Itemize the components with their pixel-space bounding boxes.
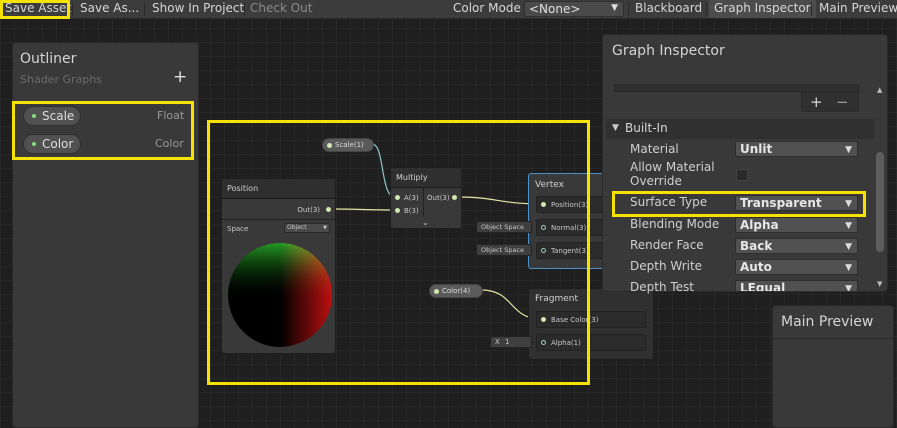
scroll-up-icon: ▲ [877, 86, 883, 94]
material-label: Material [630, 142, 679, 156]
panel-divider [773, 338, 893, 339]
depth-write-dropdown[interactable]: Auto ▼ [735, 259, 858, 275]
material-dropdown[interactable]: Unlit ▼ [735, 141, 858, 157]
scrollbar-thumb[interactable] [876, 152, 884, 252]
render-face-value: Back [740, 239, 773, 253]
chevron-down-icon: ▼ [845, 284, 852, 292]
depth-test-label: Depth Test [630, 280, 694, 294]
allow-material-override-label: Allow Material Override [630, 160, 715, 188]
scroll-down-icon: ▼ [877, 280, 883, 288]
depth-test-dropdown[interactable]: LEqual ▼ [735, 280, 858, 292]
chevron-down-icon: ▼ [845, 242, 852, 252]
chevron-down-icon: ▼ [845, 145, 852, 155]
chevron-down-icon: ▼ [845, 263, 852, 273]
main-preview-panel: Main Preview [772, 305, 894, 428]
depth-test-value: LEqual [740, 281, 786, 292]
blending-mode-label: Blending Mode [630, 217, 720, 231]
inspector-list [614, 84, 860, 92]
main-preview-title: Main Preview [781, 314, 874, 330]
add-button[interactable]: + [810, 93, 823, 111]
inspector-title: Graph Inspector [612, 43, 725, 59]
builtin-section-header[interactable]: ▼ Built-In [606, 119, 874, 139]
depth-write-value: Auto [740, 260, 772, 274]
chevron-down-icon: ▼ [845, 221, 852, 231]
list-controls: + − [801, 92, 859, 112]
surface-type-highlight [612, 191, 866, 217]
builtin-section-label: Built-In [625, 121, 668, 135]
render-face-label: Render Face [630, 238, 704, 252]
material-value: Unlit [740, 142, 773, 156]
inspector-scrollbar[interactable]: ▲ ▼ [874, 86, 886, 292]
blending-mode-value: Alpha [740, 218, 779, 232]
blending-mode-dropdown[interactable]: Alpha ▼ [735, 217, 858, 233]
graph-highlight [207, 120, 590, 385]
foldout-arrow-icon: ▼ [612, 123, 619, 133]
render-face-dropdown[interactable]: Back ▼ [735, 238, 858, 254]
depth-write-label: Depth Write [630, 259, 703, 273]
allow-material-override-checkbox[interactable] [736, 169, 748, 181]
remove-button[interactable]: − [836, 93, 849, 111]
